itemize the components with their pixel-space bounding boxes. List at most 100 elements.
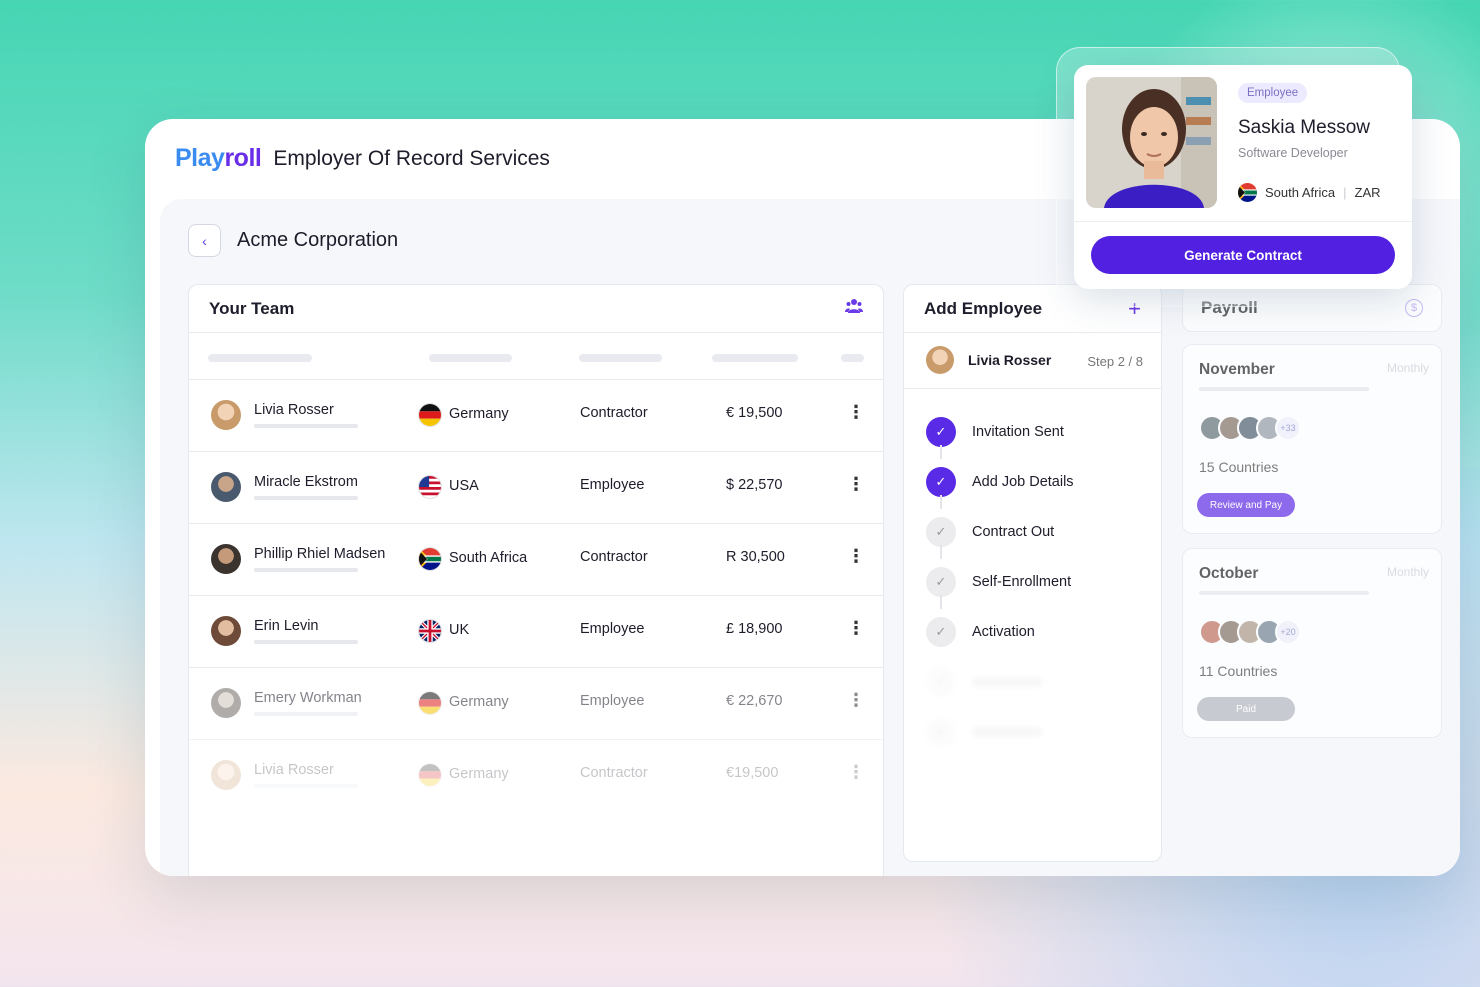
step-label-placeholder — [972, 727, 1042, 737]
avatar — [211, 760, 241, 790]
salary: € 19,500 — [726, 405, 783, 421]
step-item[interactable]: ✓ Invitation Sent — [926, 407, 1074, 459]
step-label: Contract Out — [972, 524, 1055, 540]
step-label: Invitation Sent — [972, 424, 1064, 440]
worker-type: Contractor — [580, 549, 648, 565]
company-header: ‹ Acme Corporation — [188, 224, 398, 257]
skeleton-bar — [579, 354, 662, 362]
avatar — [211, 472, 241, 502]
team-icon[interactable] — [845, 297, 863, 320]
add-employee-card: Add Employee + Livia Rosser Step 2 / 8 ✓… — [903, 284, 1162, 862]
month-frequency: Monthly — [1386, 361, 1429, 375]
table-row[interactable]: Erin Levin UK Employee £ 18,900 ⋮ — [189, 596, 883, 668]
worker-type: Employee — [580, 621, 645, 637]
review-and-pay-button[interactable]: Review and Pay — [1197, 493, 1295, 517]
country: USA — [449, 478, 479, 494]
blurred-step-item: ✓ — [926, 707, 1074, 757]
onboarding-employee-name: Livia Rosser — [968, 352, 1052, 368]
payroll-month-card[interactable]: November Monthly +33 15 Countries Review… — [1182, 344, 1442, 534]
blurred-step-item: ✓ — [926, 657, 1074, 707]
table-header-skeleton — [189, 333, 883, 380]
add-employee-title: Add Employee — [924, 298, 1043, 318]
payroll-month-card[interactable]: October Monthly +20 11 Countries Paid — [1182, 548, 1442, 738]
team-card-header: Your Team — [189, 285, 883, 333]
check-icon: ✓ — [926, 567, 956, 597]
check-icon: ✓ — [926, 617, 956, 647]
name-underline — [254, 712, 358, 716]
south-africa-flag-icon — [1238, 183, 1257, 202]
more-options-icon[interactable]: ⋮ — [847, 762, 865, 783]
skeleton-bar — [1199, 387, 1369, 391]
table-row[interactable]: Livia Rosser Germany Contractor €19,500 … — [189, 740, 883, 812]
employee-name: Miracle Ekstrom — [254, 474, 358, 490]
germany-flag-icon — [418, 763, 442, 787]
skeleton-bar — [1199, 591, 1369, 595]
step-item[interactable]: ✓ Contract Out — [926, 507, 1074, 559]
avatar — [211, 400, 241, 430]
step-item[interactable]: ✓ Add Job Details — [926, 457, 1074, 509]
worker-type: Contractor — [580, 405, 648, 421]
more-options-icon[interactable]: ⋮ — [847, 402, 865, 423]
employee-badge: Employee — [1238, 83, 1308, 103]
name-underline — [254, 568, 358, 572]
name-underline — [254, 784, 358, 788]
chevron-left-icon: ‹ — [202, 232, 207, 249]
employee-name: Livia Rosser — [254, 762, 334, 778]
step-item[interactable]: ✓ Self-Enrollment — [926, 557, 1074, 609]
step-label: Self-Enrollment — [972, 574, 1072, 590]
current-employee-row: Livia Rosser Step 2 / 8 — [904, 333, 1161, 389]
profile-currency: ZAR — [1354, 185, 1381, 200]
skeleton-bar — [208, 354, 312, 362]
worker-type: Employee — [580, 477, 645, 493]
skeleton-bar — [841, 354, 864, 362]
profile-location: South Africa | ZAR — [1238, 183, 1381, 202]
name-underline — [254, 424, 358, 428]
month-name: November — [1199, 361, 1275, 378]
app-header: Playroll Employer Of Record Services — [175, 144, 550, 173]
usa-flag-icon — [418, 475, 442, 499]
employee-name: Emery Workman — [254, 690, 362, 706]
more-options-icon[interactable]: ⋮ — [847, 690, 865, 711]
country: Germany — [449, 694, 509, 710]
step-counter: Step 2 / 8 — [1087, 354, 1143, 369]
check-icon: ✓ — [926, 517, 956, 547]
salary: £ 18,900 — [726, 621, 783, 637]
countries-count: 15 Countries — [1199, 459, 1279, 475]
table-row[interactable]: Miracle Ekstrom USA Employee $ 22,570 ⋮ — [189, 452, 883, 524]
country: South Africa — [449, 550, 528, 566]
country: Germany — [449, 406, 509, 422]
table-row[interactable]: Phillip Rhiel Madsen South Africa Contra… — [189, 524, 883, 596]
dollar-icon[interactable]: $ — [1405, 299, 1423, 317]
app-title: Employer Of Record Services — [273, 146, 550, 170]
germany-flag-icon — [418, 403, 442, 427]
paid-button[interactable]: Paid — [1197, 697, 1295, 721]
check-icon: ✓ — [926, 417, 956, 447]
skeleton-bar — [429, 354, 512, 362]
playroll-logo[interactable]: Playroll — [175, 144, 262, 173]
avatar — [211, 544, 241, 574]
table-row[interactable]: Emery Workman Germany Employee € 22,670 … — [189, 668, 883, 740]
more-options-icon[interactable]: ⋮ — [847, 618, 865, 639]
more-options-icon[interactable]: ⋮ — [847, 474, 865, 495]
avatar — [211, 616, 241, 646]
avatar-stack: +33 — [1199, 415, 1301, 441]
logo-part-1: Play — [175, 144, 225, 172]
south-africa-flag-icon — [418, 547, 442, 571]
profile-name: Saskia Messow — [1238, 117, 1370, 138]
back-button[interactable]: ‹ — [188, 224, 221, 257]
separator: | — [1343, 185, 1347, 200]
generate-contract-button[interactable]: Generate Contract — [1091, 236, 1395, 274]
more-options-icon[interactable]: ⋮ — [847, 546, 865, 567]
divider — [1074, 221, 1412, 222]
uk-flag-icon — [418, 619, 442, 643]
germany-flag-icon — [418, 691, 442, 715]
check-icon: ✓ — [926, 467, 956, 497]
worker-type: Contractor — [580, 765, 648, 781]
employee-name: Livia Rosser — [254, 402, 334, 418]
month-frequency: Monthly — [1386, 565, 1429, 579]
table-row[interactable]: Livia Rosser Germany Contractor € 19,500… — [189, 380, 883, 452]
employee-name: Erin Levin — [254, 618, 319, 634]
step-item[interactable]: ✓ Activation — [926, 607, 1074, 657]
step-label: Activation — [972, 624, 1035, 640]
name-underline — [254, 496, 358, 500]
